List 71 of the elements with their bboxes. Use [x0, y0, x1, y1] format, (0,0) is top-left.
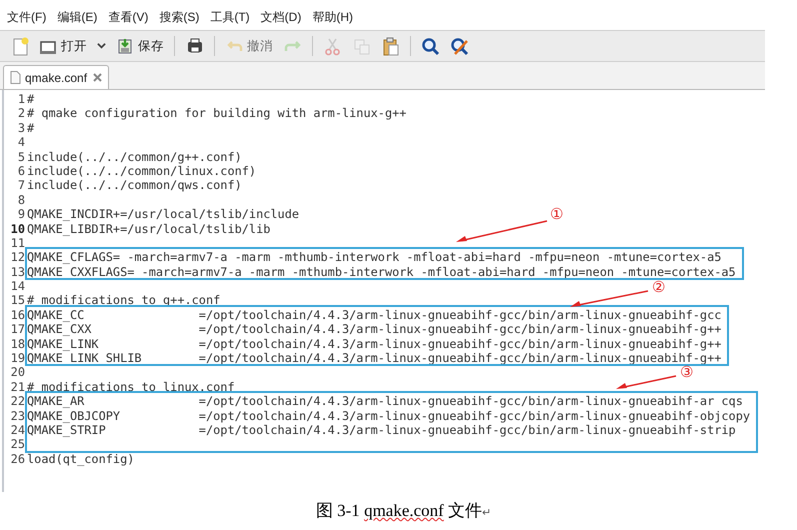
menu-item[interactable]: 工具(T)	[210, 8, 250, 30]
line-number: 25	[10, 437, 26, 452]
scissors-icon	[323, 36, 342, 56]
code-line: QMAKE_CC =/opt/toolchain/4.4.3/arm-linux-gnueabihf-gcc/bin/arm-linux-gnueabihf-gcc	[26, 308, 722, 322]
line-number: 20	[10, 365, 26, 380]
code-line: load(qt_config)	[26, 452, 134, 466]
line-number: 9	[16, 207, 26, 222]
file-tab[interactable]: qmake.conf	[3, 65, 110, 89]
line-number: 21	[10, 380, 26, 394]
menu-item[interactable]: 帮助(H)	[312, 8, 353, 30]
code-line: #	[26, 92, 34, 106]
menu-item[interactable]: 文件(F)	[7, 8, 46, 30]
code-line: # modifications to g++.conf	[26, 293, 220, 308]
line-number: 15	[10, 293, 26, 308]
find-replace-icon	[450, 36, 469, 56]
code-line: QMAKE_CXXFLAGS= -march=armv7-a -marm -mthumb-interwork -mfloat-abi=hard -mfpu=neon -mtune=cortex-a5	[26, 264, 736, 280]
code-line: #	[26, 120, 34, 136]
line-number: 16	[10, 308, 26, 322]
line-number: 4	[16, 135, 26, 150]
line-number: 10	[10, 222, 26, 236]
arrow	[616, 375, 676, 390]
line-number: 12	[10, 250, 26, 265]
printer-icon	[185, 36, 204, 56]
code-line: QMAKE_LINK =/opt/toolchain/4.4.3/arm-linux-gnueabihf-gcc/bin/arm-linux-gnueabihf-g++	[26, 336, 722, 352]
document-icon	[10, 71, 21, 84]
menu-item[interactable]: 查看(V)	[108, 8, 148, 30]
line-number: 11	[10, 236, 26, 250]
menu-item[interactable]: 搜索(S)	[159, 8, 200, 30]
folder-button[interactable]: 打开	[37, 34, 89, 58]
line-number: 22	[10, 394, 26, 409]
code-line: include(../../common/linux.conf)	[26, 164, 256, 178]
copy-icon	[352, 36, 371, 56]
line-number: 23	[10, 408, 26, 423]
line-number: 8	[16, 192, 26, 208]
callout-number: ③	[680, 363, 694, 382]
save-button[interactable]: 保存	[114, 34, 166, 58]
menu-item[interactable]: 文档(D)	[260, 8, 302, 30]
code-line: QMAKE_AR =/opt/toolchain/4.4.3/arm-linux-gnueabihf-gcc/bin/arm-linux-gnueabihf-ar cqs	[26, 394, 743, 409]
code-line: QMAKE_CXX =/opt/toolchain/4.4.3/arm-linux-gnueabihf-gcc/bin/arm-linux-gnueabihf-g++	[26, 322, 722, 337]
code-line: include(../../common/g++.conf)	[26, 150, 242, 164]
callout-number: ①	[550, 205, 564, 224]
line-number: 6	[16, 164, 26, 178]
code-line: include(../../common/qws.conf)	[26, 178, 242, 193]
line-number: 18	[10, 336, 26, 352]
paragraph-mark: ↵	[482, 506, 492, 521]
line-number: 26	[10, 452, 26, 466]
code-line: QMAKE_OBJCOPY =/opt/toolchain/4.4.3/arm-linux-gnueabihf-gcc/bin/arm-linux-gnueabihf-objcopy	[26, 408, 750, 423]
menu-item[interactable]: 编辑(E)	[57, 8, 98, 30]
caret-icon	[97, 43, 106, 49]
search-icon	[421, 36, 440, 56]
code-line: QMAKE_INCDIR+=/usr/local/tslib/include	[26, 207, 300, 222]
line-number: 17	[10, 322, 26, 337]
clipboard-icon	[381, 36, 400, 56]
callout-number: ②	[652, 278, 666, 296]
code-line: QMAKE_LIBDIR+=/usr/local/tslib/lib	[26, 222, 270, 236]
code-line: QMAKE_LINK_SHLIB =/opt/toolchain/4.4.3/arm-linux-gnueabihf-gcc/bin/arm-linux-gnueabihf-g++	[26, 351, 722, 366]
line-number: 1	[16, 92, 26, 106]
code-line: QMAKE_STRIP =/opt/toolchain/4.4.3/arm-linux-gnueabihf-gcc/bin/arm-linux-gnueabihf-strip	[26, 422, 736, 438]
line-number: 2	[16, 106, 26, 121]
line-number: 24	[10, 422, 26, 438]
code-line: # qmake configuration for building with arm-linux-g++	[26, 106, 406, 121]
code-line: # modifications to linux.conf	[26, 380, 235, 394]
line-number: 3	[16, 120, 26, 136]
line-number: 7	[16, 178, 26, 193]
close-icon[interactable]	[93, 73, 102, 82]
line-number: 14	[10, 279, 26, 294]
line-number: 5	[16, 150, 26, 164]
line-number: 13	[10, 264, 26, 280]
line-number: 19	[10, 351, 26, 366]
code-line: QMAKE_CFLAGS= -march=armv7-a -marm -mthumb-interwork -mfloat-abi=hard -mfpu=neon -mtune=cortex-a5	[26, 250, 722, 265]
figure-caption: 图 3-1 qmake.conf 文件	[316, 500, 482, 522]
